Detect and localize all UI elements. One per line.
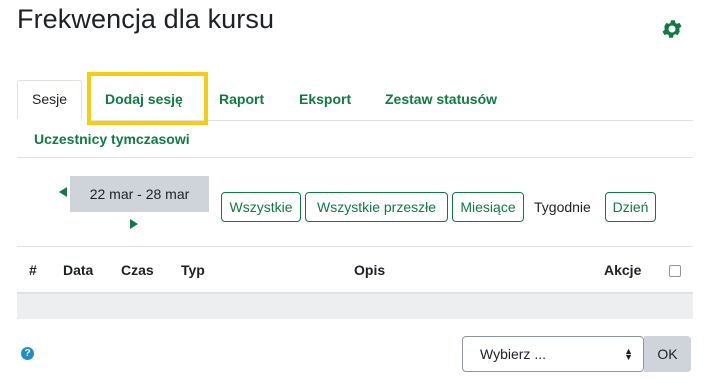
tab-raport[interactable]: Raport	[219, 91, 264, 107]
tab-sesje[interactable]: Sesje	[17, 80, 83, 119]
filter-miesiace-button[interactable]: Miesiące	[452, 192, 524, 222]
select-all-checkbox[interactable]	[669, 265, 681, 277]
tab-zestaw-statusow[interactable]: Zestaw statusów	[385, 91, 497, 107]
column-header-opis: Opis	[354, 262, 386, 278]
filter-wszystkie-przeszle-button[interactable]: Wszystkie przeszłe	[305, 192, 448, 222]
column-header-czas: Czas	[121, 262, 154, 278]
tab-dodaj-sesje[interactable]: Dodaj sesję	[105, 91, 183, 107]
tab-uczestnicy-tymczasowi[interactable]: Uczestnicy tymczasowi	[34, 131, 190, 147]
column-header-data: Data	[63, 262, 94, 278]
table-empty-row	[17, 294, 693, 319]
column-header-number: #	[29, 262, 37, 278]
question-circle-icon[interactable]: ?	[21, 347, 34, 360]
tab-bar: Sesje Dodaj sesję Raport Eksport Zestaw …	[17, 80, 693, 158]
filter-dzien-button[interactable]: Dzień	[605, 192, 656, 222]
page-title: Frekwencja dla kursu	[17, 4, 275, 34]
tab-eksport[interactable]: Eksport	[299, 91, 351, 107]
table-top-border	[17, 246, 693, 247]
bulk-action-select[interactable]: Wybierz ... ▲ ▼	[462, 336, 644, 372]
ok-button[interactable]: OK	[644, 336, 691, 372]
select-caret-icon: ▲ ▼	[624, 346, 633, 362]
column-header-typ: Typ	[181, 262, 205, 278]
tab-divider	[87, 120, 693, 121]
date-range-label: 22 mar - 28 mar	[70, 176, 209, 212]
filter-tygodnie-current: Tygodnie	[534, 199, 591, 215]
triangle-right-icon[interactable]	[130, 219, 138, 229]
gear-icon[interactable]	[660, 17, 684, 41]
column-header-akcje: Akcje	[604, 262, 642, 278]
filter-wszystkie-button[interactable]: Wszystkie	[221, 192, 301, 222]
triangle-left-icon[interactable]	[59, 187, 67, 197]
bulk-action-select-value: Wybierz ...	[480, 346, 546, 362]
